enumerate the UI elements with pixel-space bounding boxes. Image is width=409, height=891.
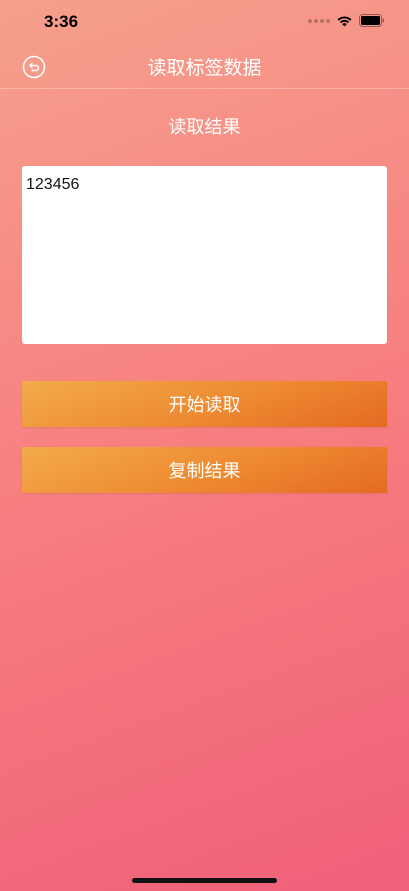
page-title: 读取标签数据 [147, 57, 262, 79]
navigation-bar: 读取标签数据 [0, 44, 409, 88]
cellular-signal-icon [308, 18, 330, 23]
status-time: 3:36 [44, 12, 79, 31]
copy-result-button[interactable]: 复制结果 [22, 447, 387, 493]
start-read-button[interactable]: 开始读取 [22, 381, 387, 427]
section-title: 读取结果 [168, 117, 241, 138]
result-text-area[interactable]: 123456 [22, 166, 387, 344]
status-bar: 3:36 [0, 0, 409, 44]
home-indicator[interactable] [132, 878, 277, 883]
status-icons [308, 14, 385, 27]
battery-icon [359, 14, 384, 27]
wifi-icon [337, 16, 352, 26]
navbar-divider [0, 88, 409, 89]
